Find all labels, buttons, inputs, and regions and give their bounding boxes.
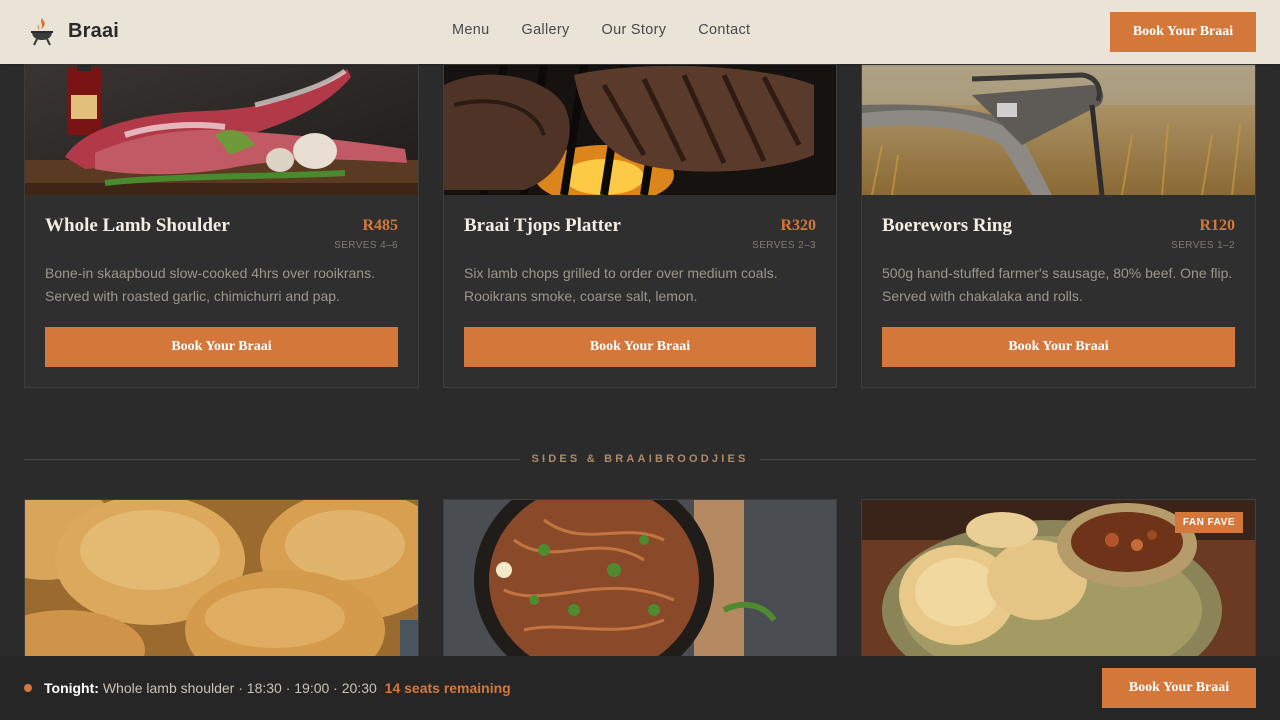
bread-rolls-photo [25, 500, 418, 656]
card-title: Boerewors Ring [882, 215, 1012, 236]
site-header: Braai Menu Gallery Our Story Contact Boo… [0, 0, 1280, 64]
card-title: Whole Lamb Shoulder [45, 215, 230, 236]
status-dot-icon [24, 684, 32, 692]
nav-our-story[interactable]: Our Story [602, 22, 667, 38]
menu-card-boerewors-ring: Boerewors Ring R120 SERVES 1–2 500g hand… [861, 64, 1256, 388]
card-price: R320 [780, 217, 816, 234]
book-button-lamb-shoulder[interactable]: Book Your Braai [45, 327, 398, 367]
fan-fave-badge: FAN FAVE [1174, 512, 1243, 533]
tonight-availability: Tonight: Whole lamb shoulder · 18:30 · 1… [44, 680, 511, 696]
card-serves: SERVES 1–2 [1171, 240, 1235, 251]
seats-remaining: 14 seats remaining [384, 680, 511, 696]
tonight-details: Whole lamb shoulder · 18:30 · 19:00 · 20… [102, 680, 377, 696]
card-serves: SERVES 4–6 [334, 240, 398, 251]
menu-card-lamb-shoulder: Whole Lamb Shoulder R485 SERVES 4–6 Bone… [24, 64, 419, 388]
card-serves: SERVES 2–3 [752, 240, 816, 251]
card-description: Bone-in skaapboud slow-cooked 4hrs over … [45, 265, 375, 304]
card-price: R120 [1199, 217, 1235, 234]
noodle-pan-photo [444, 500, 836, 656]
sides-section-heading: SIDES & BRAAIBROODJIES [24, 451, 1256, 467]
nav-menu[interactable]: Menu [452, 22, 489, 38]
boerewors-ring-photo [862, 65, 1255, 195]
nav-contact[interactable]: Contact [698, 22, 750, 38]
book-button-boerewors-ring[interactable]: Book Your Braai [882, 327, 1235, 367]
card-description: Six lamb chops grilled to order over med… [464, 265, 778, 304]
card-price: R485 [362, 217, 398, 234]
brand-name: Braai [68, 19, 120, 42]
tjops-platter-photo [444, 65, 836, 195]
bottom-book-button[interactable]: Book Your Braai [1102, 668, 1256, 708]
side-tile-vetkoek[interactable]: FAN FAVE [861, 499, 1256, 657]
menu-card-tjops-platter: Braai Tjops Platter R320 SERVES 2–3 Six … [443, 64, 837, 388]
brand[interactable]: Braai [30, 16, 119, 46]
header-book-button[interactable]: Book Your Braai [1110, 12, 1256, 52]
braai-grill-icon [31, 18, 53, 46]
card-description: 500g hand-stuffed farmer's sausage, 80% … [882, 265, 1233, 304]
nav-gallery[interactable]: Gallery [521, 22, 569, 38]
booking-bar: Tonight: Whole lamb shoulder · 18:30 · 1… [0, 656, 1280, 720]
tonight-label: Tonight: [44, 680, 99, 696]
section-heading-label: SIDES & BRAAIBROODJIES [531, 453, 749, 465]
card-title: Braai Tjops Platter [464, 215, 621, 236]
lamb-shoulder-photo [25, 65, 418, 195]
book-button-tjops-platter[interactable]: Book Your Braai [464, 327, 816, 367]
main-nav: Menu Gallery Our Story Contact [452, 22, 750, 38]
side-tile-rolls[interactable] [24, 499, 419, 657]
side-tile-noodles[interactable] [443, 499, 837, 657]
